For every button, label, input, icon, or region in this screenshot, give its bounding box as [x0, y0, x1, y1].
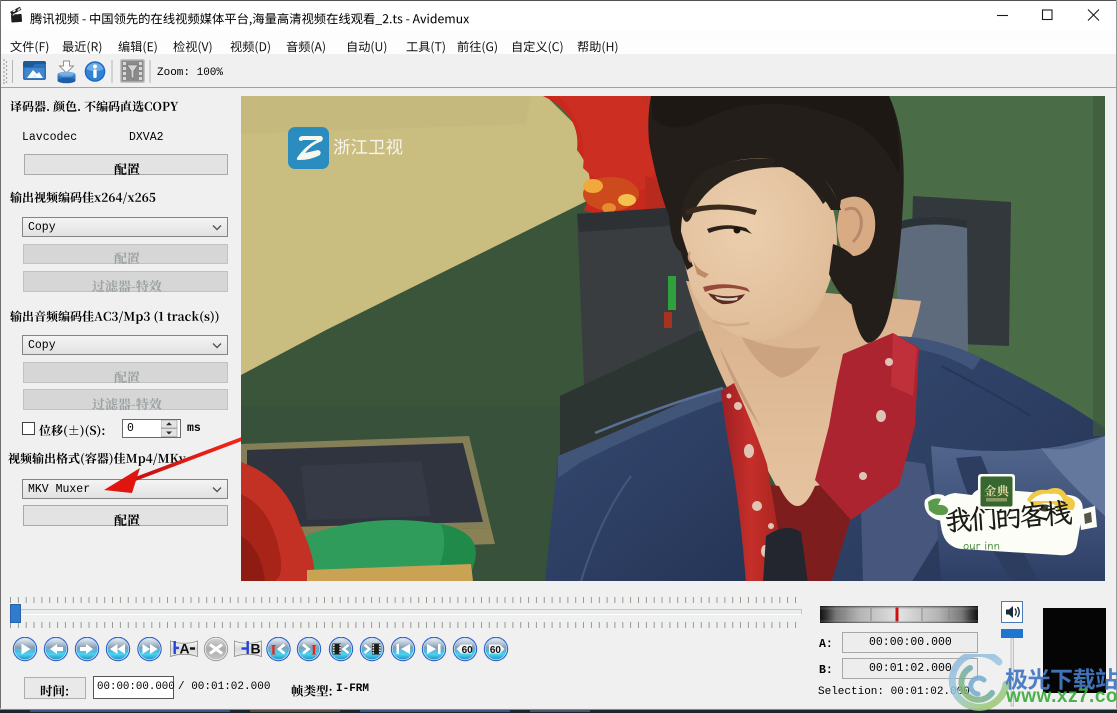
svg-text:A: A — [180, 640, 190, 656]
svg-text:I: I — [271, 642, 277, 658]
svg-text:60: 60 — [490, 644, 502, 655]
svg-text:B: B — [251, 640, 261, 656]
svg-text:60: 60 — [462, 644, 474, 655]
svg-text:I: I — [311, 642, 317, 658]
